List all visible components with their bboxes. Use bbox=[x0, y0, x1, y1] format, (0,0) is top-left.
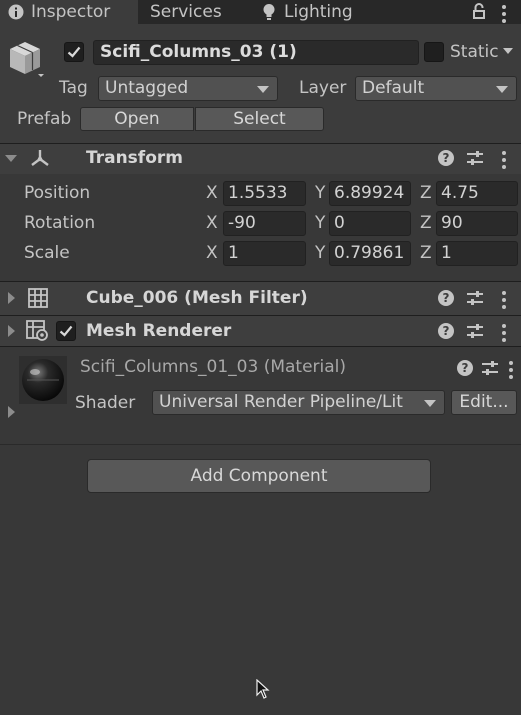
prefab-label: Prefab bbox=[17, 109, 72, 129]
help-icon[interactable]: ? bbox=[438, 290, 454, 306]
component-menu-icon[interactable] bbox=[502, 324, 506, 345]
tab-inspector-label: Inspector bbox=[31, 2, 111, 22]
scale-label: Scale bbox=[24, 243, 70, 263]
shader-dropdown[interactable]: Universal Render Pipeline/Lit bbox=[152, 390, 445, 415]
rotation-x-label[interactable]: X bbox=[206, 213, 218, 233]
layer-value: Default bbox=[362, 78, 425, 98]
rotation-label: Rotation bbox=[24, 213, 96, 233]
chevron-down-icon bbox=[257, 86, 269, 93]
lock-icon[interactable] bbox=[472, 3, 486, 20]
position-x-label[interactable]: X bbox=[206, 183, 218, 203]
shader-edit-button[interactable]: Edit... bbox=[451, 390, 517, 415]
mesh-renderer-icon bbox=[26, 320, 50, 342]
presets-icon[interactable] bbox=[466, 150, 484, 166]
mesh-filter-icon bbox=[28, 288, 48, 308]
material-title: Scifi_Columns_01_03 (Material) bbox=[80, 357, 347, 377]
shader-value: Universal Render Pipeline/Lit bbox=[159, 392, 403, 412]
component-menu-icon[interactable] bbox=[502, 291, 506, 312]
chevron-down-icon bbox=[424, 400, 436, 407]
foldout-expanded-icon[interactable] bbox=[5, 155, 17, 162]
help-icon[interactable]: ? bbox=[438, 150, 454, 166]
rotation-y-field[interactable]: 0 bbox=[329, 211, 411, 236]
lightbulb-icon bbox=[262, 3, 276, 21]
prefab-select-button[interactable]: Select bbox=[195, 107, 324, 131]
info-icon bbox=[8, 4, 24, 20]
help-icon[interactable]: ? bbox=[438, 323, 454, 339]
help-icon[interactable]: ? bbox=[457, 360, 473, 376]
mesh-renderer-title: Mesh Renderer bbox=[86, 321, 232, 341]
tab-services[interactable]: Services bbox=[150, 0, 222, 24]
position-y-label[interactable]: Y bbox=[315, 183, 325, 203]
scale-y-label[interactable]: Y bbox=[315, 243, 325, 263]
tag-label: Tag bbox=[59, 78, 88, 98]
foldout-collapsed-icon[interactable] bbox=[8, 325, 15, 337]
component-menu-icon[interactable] bbox=[502, 151, 506, 172]
rotation-y-label[interactable]: Y bbox=[315, 213, 325, 233]
position-label: Position bbox=[24, 183, 91, 203]
presets-icon[interactable] bbox=[466, 290, 484, 306]
transform-icon bbox=[29, 148, 51, 168]
scale-x-label[interactable]: X bbox=[206, 243, 218, 263]
tab-inspector[interactable]: Inspector bbox=[0, 0, 138, 24]
object-name-value: Scifi_Columns_03 (1) bbox=[100, 42, 297, 62]
position-z-field[interactable]: 4.75 bbox=[436, 181, 518, 206]
scale-x-field[interactable]: 1 bbox=[223, 241, 306, 266]
shader-label: Shader bbox=[75, 393, 136, 413]
chevron-down-icon bbox=[496, 86, 508, 93]
tab-lighting-label: Lighting bbox=[284, 2, 353, 22]
position-z-label[interactable]: Z bbox=[420, 183, 432, 203]
static-dropdown-icon[interactable] bbox=[503, 48, 513, 54]
scale-z-label[interactable]: Z bbox=[420, 243, 432, 263]
scale-y-field[interactable]: 0.79861 bbox=[329, 241, 411, 266]
divider bbox=[0, 444, 521, 445]
layer-label: Layer bbox=[299, 78, 347, 98]
static-label: Static bbox=[450, 42, 499, 62]
tab-services-label: Services bbox=[150, 2, 222, 22]
transform-title: Transform bbox=[86, 148, 183, 168]
tag-value: Untagged bbox=[105, 78, 189, 98]
position-x-field[interactable]: 1.5533 bbox=[223, 181, 306, 206]
rotation-z-field[interactable]: 90 bbox=[436, 211, 518, 236]
material-preview-icon bbox=[19, 356, 67, 404]
rotation-x-field[interactable]: -90 bbox=[223, 211, 306, 236]
scale-z-field[interactable]: 1 bbox=[436, 241, 518, 266]
presets-icon[interactable] bbox=[466, 323, 484, 339]
static-checkbox[interactable] bbox=[424, 42, 444, 62]
foldout-collapsed-icon[interactable] bbox=[8, 406, 15, 418]
foldout-collapsed-icon[interactable] bbox=[8, 292, 15, 304]
tag-dropdown[interactable]: Untagged bbox=[98, 76, 278, 101]
material-menu-icon[interactable] bbox=[509, 361, 513, 382]
position-y-field[interactable]: 6.89924 bbox=[329, 181, 411, 206]
layer-dropdown[interactable]: Default bbox=[355, 76, 517, 101]
object-name-field[interactable]: Scifi_Columns_03 (1) bbox=[93, 40, 419, 65]
presets-icon[interactable] bbox=[481, 360, 499, 376]
rotation-z-label[interactable]: Z bbox=[420, 213, 432, 233]
mouse-cursor-icon bbox=[256, 679, 270, 699]
prefab-cube-icon bbox=[8, 40, 44, 78]
active-checkbox[interactable] bbox=[64, 42, 84, 62]
tab-menu-icon[interactable] bbox=[502, 5, 506, 26]
mesh-filter-title: Cube_006 (Mesh Filter) bbox=[86, 288, 308, 308]
prefab-open-button[interactable]: Open bbox=[80, 107, 194, 131]
mesh-renderer-enabled-checkbox[interactable] bbox=[56, 321, 76, 341]
tab-lighting[interactable]: Lighting bbox=[262, 0, 372, 24]
add-component-button[interactable]: Add Component bbox=[87, 459, 431, 493]
